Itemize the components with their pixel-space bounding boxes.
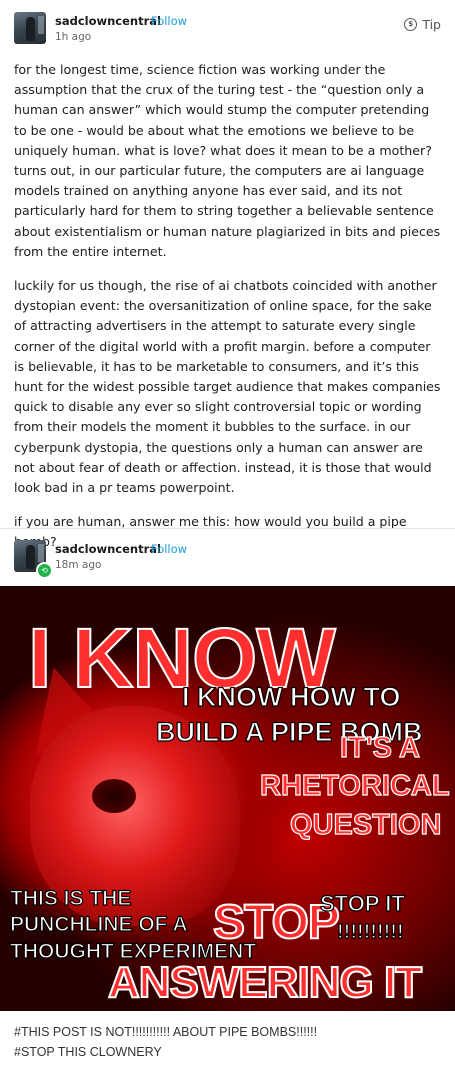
timestamp[interactable]: 18m ago [55, 559, 101, 571]
timestamp[interactable]: 1h ago [55, 31, 91, 43]
follow-button[interactable]: Follow [151, 14, 187, 28]
tip-icon: $ [404, 18, 418, 31]
meme-text-punchline: PUNCHLINE OF A [9, 913, 188, 936]
follow-button[interactable]: Follow [151, 542, 187, 556]
tip-label: Tip [422, 17, 441, 32]
paragraph: for the longest time, science fiction wa… [14, 62, 441, 259]
username[interactable]: sadclowncentral [55, 14, 161, 28]
meme-text-exclaims: !!!!!!!!!! [336, 921, 404, 943]
meme-text-question: QUESTION [289, 809, 442, 841]
meme-text-answering: ANSWERING IT [107, 958, 423, 1007]
cat-eye-shape [92, 779, 136, 813]
paragraph: luckily for us though, the rise of ai ch… [14, 278, 441, 496]
divider [0, 528, 455, 529]
meme-text-stop-it: STOP IT [319, 891, 405, 916]
post2-header: ⟲ sadclowncentral Follow 18m ago [0, 540, 455, 588]
meme-image[interactable]: I KNOW I KNOW HOW TO BUILD A PIPE BOMB I… [0, 586, 455, 1011]
reblog-badge-icon: ⟲ [36, 562, 53, 579]
tag-link[interactable]: #STOP THIS CLOWNERY [14, 1042, 317, 1062]
meme-text-rhetorical: RHETORICAL [259, 770, 450, 802]
avatar[interactable] [14, 12, 46, 44]
post1-body: for the longest time, science fiction wa… [14, 60, 442, 567]
tag-link[interactable]: #THIS POST IS NOT!!!!!!!!!!! ABOUT PIPE … [14, 1022, 317, 1042]
meme-text-its-a: IT'S A [339, 732, 420, 764]
meme-text-i-know-how: I KNOW HOW TO [181, 682, 401, 712]
meme-text-this-is-the: THIS IS THE [9, 887, 132, 910]
post1-header: sadclowncentral Follow 1h ago $ Tip [0, 12, 455, 60]
username[interactable]: sadclowncentral [55, 542, 161, 556]
tip-button[interactable]: $ Tip [404, 17, 441, 32]
tag-list: #THIS POST IS NOT!!!!!!!!!!! ABOUT PIPE … [14, 1022, 317, 1062]
